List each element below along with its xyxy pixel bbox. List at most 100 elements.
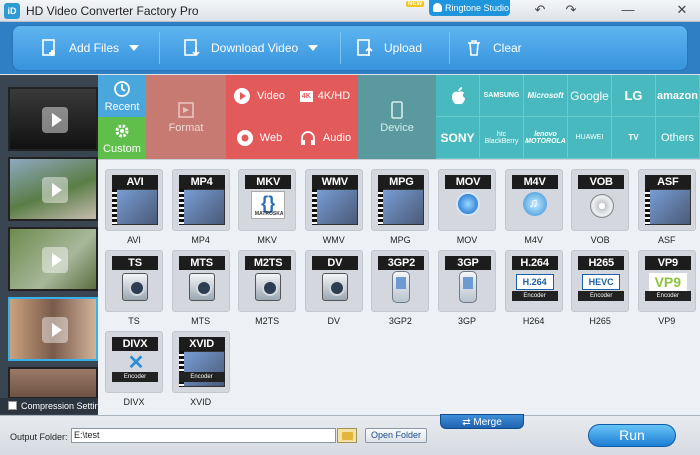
quicktime-icon [456,192,480,216]
video-thumbnail[interactable] [8,227,98,291]
video-thumbnail[interactable] [8,87,98,151]
tab-device[interactable]: Device [358,75,436,159]
format-tile-ts[interactable]: TS [105,250,163,312]
encoder-badge: Encoder [511,291,558,301]
video-thumbnail[interactable] [8,367,98,399]
format-label: VOB [590,235,610,245]
format-tile-mp4[interactable]: MP4 [171,169,230,231]
format-tile-vob[interactable]: VOB [571,169,630,231]
format-tile-m4v[interactable]: M4V [504,169,563,231]
close-button[interactable]: ✕ [671,1,693,19]
tab-4k-hd[interactable]: 4K 4K/HD [292,75,358,117]
vp9-icon: VP9 [648,273,687,291]
tab-format-label: Format [168,121,204,134]
download-icon [184,39,200,57]
format-label: MKV [257,235,277,245]
tab-video[interactable]: Video [226,75,292,117]
browse-folder-button[interactable] [337,428,357,443]
compression-settings[interactable]: Compression Settings [0,398,98,414]
film-strip-icon [644,189,650,225]
format-badge: XVID [178,337,225,351]
tab-custom[interactable]: Custom [98,117,146,159]
toolbar-panel: Add Files Download Video Upload Clear [12,25,688,71]
new-badge: NEW [406,1,424,7]
upload-button[interactable]: Upload [356,26,422,70]
format-badge: M4V [511,175,558,189]
run-button[interactable]: Run [588,424,676,447]
undo-button[interactable]: ↶ [529,1,551,19]
format-tile-dv[interactable]: DV [304,250,363,312]
tab-recent-label: Recent [104,100,140,113]
4k-icon: 4K [299,90,313,102]
bell-icon [433,3,442,12]
add-files-label: Add Files [69,41,120,55]
tab-4k-hd-label: 4K/HD [317,90,351,102]
video-thumbnail-selected[interactable] [8,297,98,361]
format-tile-divx[interactable]: DIVX ✕ Encoder [105,331,163,393]
video-thumbnail[interactable] [8,157,98,221]
format-tile-mkv[interactable]: MKV {} MATROSKA [238,169,297,231]
tab-audio-label: Audio [322,132,352,144]
toolbar-divider [159,32,160,64]
matroska-label: MATROSKA [254,211,284,217]
brand-sony[interactable]: SONY [436,117,480,159]
brand-others[interactable]: Others [656,117,700,159]
format-tile-asf[interactable]: ASF [637,169,696,231]
brand-microsoft[interactable]: Microsoft [524,75,568,117]
format-tile-mov[interactable]: MOV [438,169,496,231]
camera-icon [122,273,148,301]
brand-htc-blackberry[interactable]: htc BlackBerry [480,117,524,159]
play-icon [42,317,68,343]
encoder-badge: Encoder [112,372,158,382]
brand-samsung[interactable]: SAMSUNG [480,75,524,117]
film-strip-icon [112,189,117,225]
app-logo: iD [4,3,20,19]
brand-apple[interactable] [436,75,480,117]
encoder-badge: Encoder [178,372,225,382]
format-tile-h264[interactable]: H.264 H.264 Encoder [504,250,563,312]
format-badge: MOV [445,175,491,189]
format-tile-3gp[interactable]: 3GP [438,250,496,312]
minimize-button[interactable]: — [617,1,639,19]
format-grid: AVI AVI MP4 MP4 MKV {} MATROSKA MKV WMV WMV MPG MPG… [98,159,700,415]
brand-tv[interactable]: TV [612,117,656,159]
format-tile-3gp2[interactable]: 3GP2 [371,250,430,312]
upload-icon [357,39,373,56]
format-tile-m2ts[interactable]: M2TS [238,250,297,312]
play-circle-icon [234,88,251,104]
brand-google[interactable]: Google [568,75,612,117]
format-tile-wmv[interactable]: WMV [304,169,363,231]
video-list[interactable] [0,75,98,415]
merge-button[interactable]: ⇄ Merge [440,414,524,429]
tab-audio[interactable]: Audio [292,117,358,159]
format-label: TS [128,316,140,326]
ringtone-studio-button[interactable]: Ringtone Studio [429,0,510,16]
format-tile-avi[interactable]: AVI [105,169,163,231]
output-folder-field[interactable]: E:\test [71,428,336,443]
download-video-button[interactable]: Download Video [183,26,319,70]
clear-button[interactable]: Clear [465,26,522,70]
compression-checkbox[interactable] [8,401,17,410]
play-icon [42,177,68,203]
redo-button[interactable]: ↷ [560,1,582,19]
format-tile-mts[interactable]: MTS [171,250,230,312]
brand-huawei[interactable]: HUAWEI [568,117,612,159]
toolbar-divider [449,32,450,64]
brand-lenovo-motorola[interactable]: lenovo MOTOROLA [524,117,568,159]
format-tile-h265[interactable]: H265 HEVC Encoder [571,250,630,312]
add-files-button[interactable]: Add Files [41,26,140,70]
format-tile-xvid[interactable]: XVID Encoder [171,331,230,393]
open-folder-button[interactable]: Open Folder [365,428,427,443]
format-badge: DV [311,256,358,270]
brand-amazon[interactable]: amazon [656,75,700,117]
format-tile-vp9[interactable]: VP9 VP9 Encoder [637,250,696,312]
brand-lg[interactable]: LG [612,75,656,117]
compression-label: Compression Settings [21,401,98,411]
format-label: 3GP [457,316,476,326]
format-label: DIVX [123,397,145,407]
format-tile-mpg[interactable]: MPG [371,169,430,231]
tab-recent[interactable]: Recent [98,75,146,117]
tab-format[interactable]: Format [146,75,226,159]
tab-web[interactable]: Web [226,117,292,159]
camera-icon [321,273,348,301]
